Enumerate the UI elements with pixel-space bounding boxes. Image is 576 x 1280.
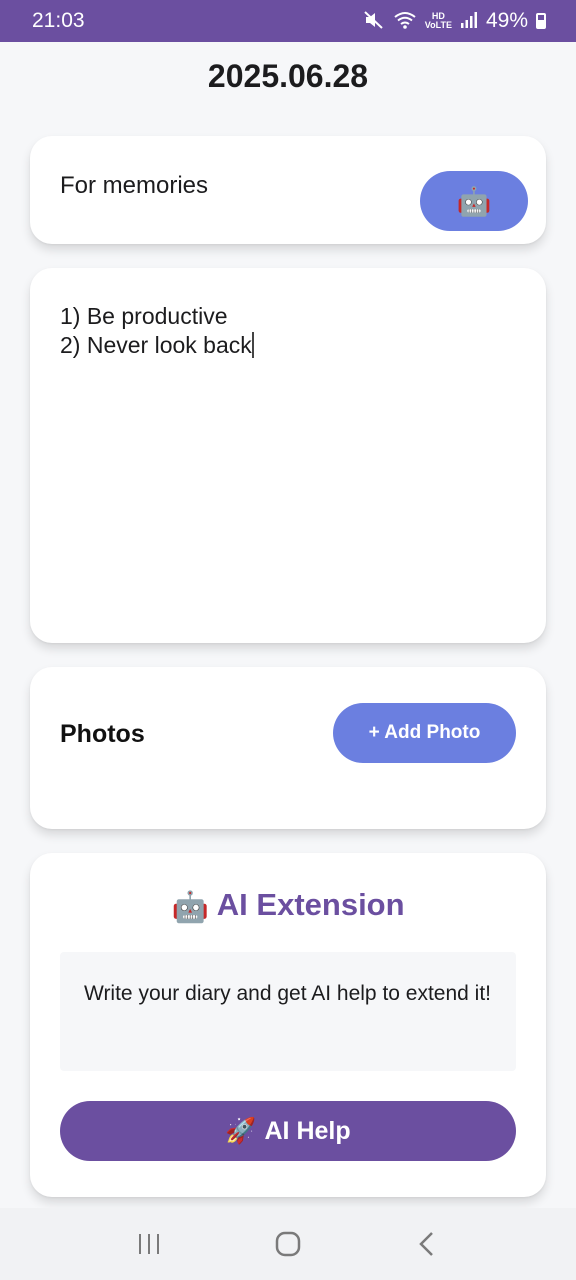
diary-body-card[interactable]: 1) Be productive 2) Never look back [30, 268, 546, 643]
recent-apps-icon [139, 1234, 160, 1254]
recent-apps-button[interactable] [119, 1219, 179, 1269]
photos-label: Photos [60, 720, 145, 748]
system-nav-bar [0, 1208, 576, 1280]
home-button[interactable] [258, 1219, 318, 1269]
rocket-icon: 🚀 [225, 1116, 257, 1145]
photos-card: Photos + Add Photo [30, 667, 546, 829]
robot-icon: 🤖 [171, 891, 209, 924]
mute-icon [363, 10, 385, 33]
ai-extension-card: 🤖 AI Extension Write your diary and get A… [30, 853, 546, 1197]
battery-percent: 49% [485, 9, 528, 32]
ai-help-label: AI Help [264, 1116, 351, 1145]
status-bar: 21:03 HD VoLTE 49% [0, 0, 576, 42]
status-time: 21:03 [32, 9, 85, 32]
ai-extension-title: AI Extension [216, 887, 405, 922]
home-icon [275, 1231, 301, 1257]
signal-icon [460, 11, 478, 31]
back-button[interactable] [397, 1219, 457, 1269]
diary-body-textarea[interactable]: 1) Be productive 2) Never look back [60, 302, 516, 360]
robot-icon: 🤖 [456, 185, 492, 217]
diary-body-text: 1) Be productive 2) Never look back [60, 303, 252, 358]
battery-icon [536, 13, 546, 29]
ai-extension-heading: 🤖 AI Extension [30, 887, 546, 925]
title-card: For memories 🤖 [30, 136, 546, 244]
add-photo-button[interactable]: + Add Photo [333, 703, 516, 763]
wifi-icon [393, 11, 417, 32]
ai-robot-button[interactable]: 🤖 [420, 171, 528, 231]
ai-help-button[interactable]: 🚀 AI Help [60, 1101, 516, 1161]
back-icon [418, 1232, 433, 1256]
diary-title-input[interactable]: For memories [60, 172, 208, 200]
text-caret [251, 332, 254, 358]
page-title: 2025.06.28 [207, 58, 369, 94]
status-icons: HD VoLTE 49% [363, 9, 546, 33]
ai-description: Write your diary and get AI help to exte… [60, 952, 516, 1071]
hd-voice-icon: HD VoLTE [424, 11, 452, 30]
